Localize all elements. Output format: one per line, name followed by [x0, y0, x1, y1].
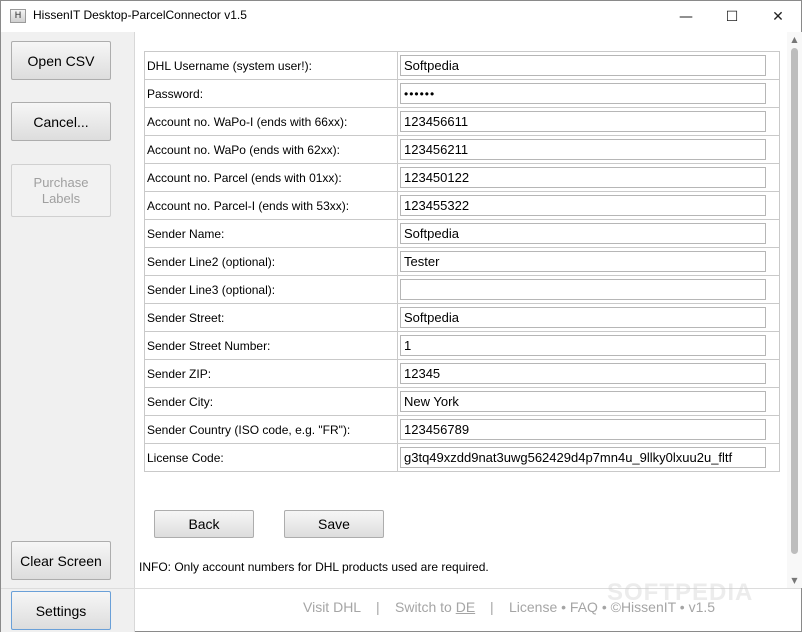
field-cell [398, 360, 780, 387]
scroll-down-icon[interactable]: ▼ [787, 573, 802, 588]
info-text: INFO: Only account numbers for DHL produ… [139, 560, 489, 574]
field-cell [398, 248, 780, 275]
title-bar: H HissenIT Desktop-ParcelConnector v1.5 … [1, 1, 801, 32]
form-row: Sender ZIP: [145, 360, 780, 388]
footer-separator: | [376, 599, 380, 615]
form-row: License Code: [145, 444, 780, 472]
scroll-thumb[interactable] [791, 48, 798, 554]
field-cell [398, 220, 780, 247]
app-window: H HissenIT Desktop-ParcelConnector v1.5 … [0, 0, 802, 632]
text-field[interactable] [400, 251, 766, 272]
field-cell [398, 52, 780, 79]
form-row: Account no. Parcel (ends with 01xx): [145, 164, 780, 192]
form-row: Account no. WaPo (ends with 62xx): [145, 136, 780, 164]
visit-dhl-link[interactable]: Visit DHL [303, 599, 361, 615]
field-label: Sender Street: [145, 304, 398, 331]
field-cell [398, 192, 780, 219]
text-field[interactable] [400, 167, 766, 188]
vertical-scrollbar[interactable]: ▲ ▼ [787, 32, 802, 588]
form-row: Account no. Parcel-I (ends with 53xx): [145, 192, 780, 220]
purchase-labels-line2: Labels [41, 190, 81, 206]
text-field[interactable] [400, 335, 766, 356]
field-label: Account no. WaPo (ends with 62xx): [145, 136, 398, 163]
form-row: DHL Username (system user!): [145, 52, 780, 80]
field-label: Sender Country (ISO code, e.g. "FR"): [145, 416, 398, 443]
field-label: Sender Name: [145, 220, 398, 247]
field-cell [398, 136, 780, 163]
form-row: Password: [145, 80, 780, 108]
close-icon: ✕ [772, 8, 784, 25]
maximize-button[interactable]: ☐ [709, 1, 755, 32]
form-row: Sender Street: [145, 304, 780, 332]
field-label: Sender ZIP: [145, 360, 398, 387]
field-label: DHL Username (system user!): [145, 52, 398, 79]
field-cell [398, 108, 780, 135]
field-label: Account no. Parcel (ends with 01xx): [145, 164, 398, 191]
field-cell [398, 332, 780, 359]
text-field[interactable] [400, 111, 766, 132]
field-cell [398, 388, 780, 415]
switch-language-link[interactable]: Switch to DE [395, 599, 475, 615]
field-cell [398, 164, 780, 191]
form-row: Sender City: [145, 388, 780, 416]
switch-prefix: Switch to [395, 599, 456, 615]
clear-screen-button[interactable]: Clear Screen [11, 541, 111, 580]
open-csv-button[interactable]: Open CSV [11, 41, 111, 80]
app-icon: H [10, 9, 26, 23]
scroll-up-icon[interactable]: ▲ [787, 32, 802, 47]
field-label: Account no. WaPo-I (ends with 66xx): [145, 108, 398, 135]
text-field[interactable] [400, 139, 766, 160]
softpedia-watermark: SOFTPEDIA [607, 579, 754, 606]
text-field[interactable] [400, 55, 766, 76]
back-button[interactable]: Back [154, 510, 254, 538]
form-row: Sender Line3 (optional): [145, 276, 780, 304]
field-label: Sender Street Number: [145, 332, 398, 359]
window-title: HissenIT Desktop-ParcelConnector v1.5 [33, 8, 247, 22]
form-row: Sender Street Number: [145, 332, 780, 360]
text-field[interactable] [400, 363, 766, 384]
text-field[interactable] [400, 307, 766, 328]
text-field[interactable] [400, 223, 766, 244]
text-field[interactable] [400, 195, 766, 216]
minimize-icon: — [679, 8, 693, 25]
settings-button[interactable]: Settings [11, 591, 111, 630]
field-label: Sender City: [145, 388, 398, 415]
switch-language-code[interactable]: DE [456, 599, 475, 615]
field-label: Password: [145, 80, 398, 107]
field-cell [398, 416, 780, 443]
field-cell [398, 80, 780, 107]
field-label: Account no. Parcel-I (ends with 53xx): [145, 192, 398, 219]
close-button[interactable]: ✕ [755, 1, 801, 32]
form-row: Account no. WaPo-I (ends with 66xx): [145, 108, 780, 136]
field-cell [398, 304, 780, 331]
text-field[interactable] [400, 279, 766, 300]
field-label: Sender Line3 (optional): [145, 276, 398, 303]
footer-separator: | [490, 599, 494, 615]
field-label: Sender Line2 (optional): [145, 248, 398, 275]
field-label: License Code: [145, 444, 398, 471]
text-field[interactable] [400, 391, 766, 412]
save-button[interactable]: Save [284, 510, 384, 538]
form-row: Sender Country (ISO code, e.g. "FR"): [145, 416, 780, 444]
settings-form: DHL Username (system user!):Password:Acc… [144, 51, 780, 472]
minimize-button[interactable]: — [663, 1, 709, 32]
sidebar: Open CSV Cancel... Purchase Labels Clear… [1, 32, 135, 632]
password-field[interactable] [400, 83, 766, 104]
field-cell [398, 444, 780, 471]
form-row: Sender Line2 (optional): [145, 248, 780, 276]
purchase-labels-button[interactable]: Purchase Labels [11, 164, 111, 217]
text-field[interactable] [400, 447, 766, 468]
text-field[interactable] [400, 419, 766, 440]
cancel-button[interactable]: Cancel... [11, 102, 111, 141]
purchase-labels-line1: Purchase [33, 174, 89, 190]
maximize-icon: ☐ [725, 8, 739, 25]
form-row: Sender Name: [145, 220, 780, 248]
field-cell [398, 276, 780, 303]
